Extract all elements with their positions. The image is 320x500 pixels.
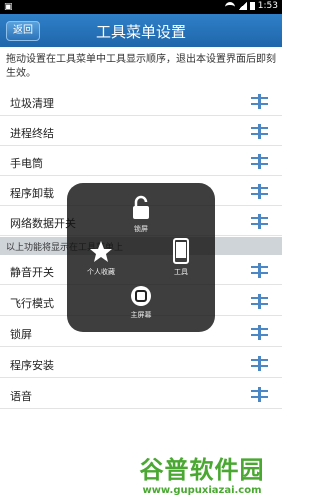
drag-handle-icon[interactable] <box>251 124 268 139</box>
lock-icon <box>133 195 149 219</box>
favorites-label: 个人收藏 <box>87 268 115 276</box>
list-item[interactable]: 程序安装 <box>0 348 282 378</box>
drag-handle-icon[interactable] <box>251 214 268 229</box>
title-bar: 返回 工具菜单设置 <box>0 14 282 47</box>
page-title: 工具菜单设置 <box>95 23 186 41</box>
list-item[interactable]: 进程终结 <box>0 116 282 146</box>
tools-button[interactable]: 工具 <box>158 238 204 277</box>
status-time: 1:53 <box>257 1 278 11</box>
home-button[interactable]: 主屏幕 <box>118 285 164 320</box>
favorites-button[interactable]: 个人收藏 <box>78 240 124 277</box>
list-item-label: 静音开关 <box>10 266 54 279</box>
drag-handle-icon[interactable] <box>251 356 268 371</box>
list-item-label: 锁屏 <box>10 328 32 341</box>
tools-label: 工具 <box>174 268 188 276</box>
signal-icon <box>237 2 247 10</box>
drag-handle-icon[interactable] <box>251 387 268 402</box>
wifi-icon <box>224 2 235 10</box>
list-item-label: 程序安装 <box>10 359 54 372</box>
list-item-label: 飞行模式 <box>10 297 54 310</box>
list-item-label: 进程终结 <box>10 127 54 140</box>
drag-handle-icon[interactable] <box>251 184 268 199</box>
list-item-label: 手电筒 <box>10 157 43 170</box>
drag-handle-icon[interactable] <box>251 94 268 109</box>
notification-icon: ▣ <box>4 2 13 12</box>
phone-icon <box>173 238 189 264</box>
lock-screen-button[interactable]: 锁屏 <box>118 195 164 234</box>
intro-text: 拖动设置在工具菜单中工具显示顺序，退出本设置界面后即刻生效。 <box>6 54 276 79</box>
status-bar: ▣ 1:53 <box>0 0 282 14</box>
drag-handle-icon[interactable] <box>251 325 268 340</box>
list-item-label: 程序卸载 <box>10 187 54 200</box>
list-item[interactable]: 手电筒 <box>0 146 282 176</box>
list-item[interactable]: 垃圾清理 <box>0 86 282 116</box>
watermark: 谷普软件园 www.gupuxiazai.com <box>128 450 276 496</box>
home-icon <box>131 286 151 306</box>
list-item-label: 语音 <box>10 390 32 403</box>
home-label: 主屏幕 <box>130 311 152 319</box>
battery-icon <box>249 2 255 10</box>
list-item[interactable]: 语音 <box>0 379 282 409</box>
drag-handle-icon[interactable] <box>251 263 268 278</box>
lock-screen-label: 锁屏 <box>134 225 148 233</box>
drag-handle-icon[interactable] <box>251 294 268 309</box>
watermark-url: www.gupuxiazai.com <box>142 485 262 496</box>
watermark-logo: 谷普软件园 <box>139 456 265 484</box>
assistive-touch-menu: 锁屏 个人收藏 工具 主屏幕 <box>67 183 215 332</box>
drag-handle-icon[interactable] <box>251 154 268 169</box>
list-item-label: 垃圾清理 <box>10 97 54 110</box>
star-icon <box>90 241 112 262</box>
